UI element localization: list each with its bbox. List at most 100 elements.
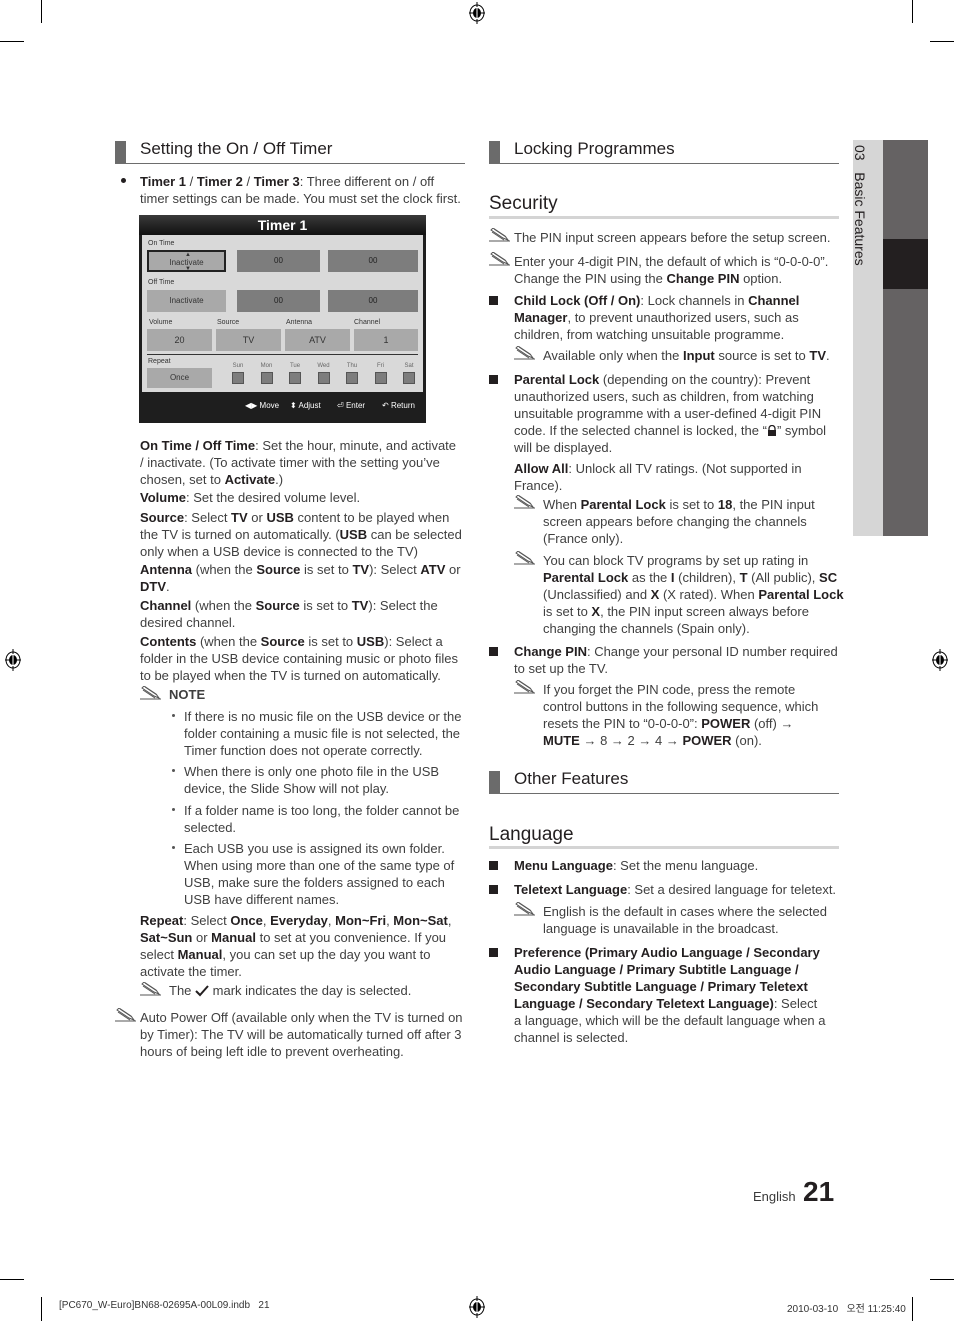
text: (France only). bbox=[543, 531, 624, 546]
section-header-other: Other Features bbox=[489, 769, 839, 794]
repeat-field[interactable]: Once bbox=[147, 368, 212, 388]
day-label: Sun bbox=[232, 363, 244, 369]
text: folder in the USB device containing musi… bbox=[140, 651, 458, 666]
note-item: If a folder name is too long, the folder… bbox=[184, 802, 474, 836]
note-pencil-icon bbox=[140, 982, 161, 996]
day-checkbox[interactable] bbox=[403, 372, 415, 384]
day-checkbox[interactable] bbox=[317, 372, 330, 384]
chapter-tab-marker bbox=[883, 140, 928, 536]
text: If a folder name is too long, the folder… bbox=[184, 803, 460, 818]
text: (children), bbox=[674, 570, 740, 585]
square-bullet bbox=[489, 375, 498, 384]
text: (X rated). When bbox=[659, 587, 759, 602]
note-pencil-icon bbox=[140, 686, 161, 700]
bold-term: Language / Secondary Teletext Language) bbox=[514, 996, 774, 1011]
day-checkbox[interactable] bbox=[346, 372, 358, 384]
bold-term: Secondary Subtitle Language / Primary Te… bbox=[514, 979, 808, 994]
bold-term: Change PIN bbox=[514, 644, 587, 659]
text: . bbox=[826, 348, 830, 363]
text: (on). bbox=[731, 733, 762, 748]
desc-repeat: Repeat: Select Once, Everyday, Mon~Fri , … bbox=[140, 912, 470, 980]
auto-power-off-note: Auto Power Off (available only when the … bbox=[140, 1009, 475, 1060]
day-checkbox[interactable] bbox=[289, 372, 301, 384]
off-time-state-field[interactable]: Inactivate bbox=[147, 290, 226, 312]
volume-label: Volume bbox=[149, 319, 173, 326]
text: is set to bbox=[304, 634, 357, 649]
text: : Select bbox=[184, 510, 232, 525]
bold-term: Source bbox=[255, 598, 300, 613]
on-hour-field[interactable]: 00 bbox=[237, 250, 320, 272]
text: (when the bbox=[191, 598, 256, 613]
text: : Set the hour, minute, and activate bbox=[255, 438, 457, 453]
off-time-label: Off Time bbox=[148, 279, 175, 286]
on-minute-field[interactable]: 00 bbox=[328, 250, 418, 272]
volume-field[interactable]: 20 bbox=[147, 329, 212, 351]
note-item: If there is no music file on the USB dev… bbox=[184, 708, 474, 759]
text: France). bbox=[514, 478, 563, 493]
bold-term: Source bbox=[140, 510, 185, 525]
pin-reset-note: If you forget the PIN code, press the re… bbox=[543, 681, 843, 749]
square-bullet bbox=[489, 948, 498, 957]
text: timer settings can be made. You must set… bbox=[140, 191, 461, 206]
change-pin-item: Change PIN: Change your personal ID numb… bbox=[514, 643, 844, 677]
text: language is unavailable in the broadcast… bbox=[543, 921, 779, 936]
text: USB have different names. bbox=[184, 892, 340, 907]
enter-label: Enter bbox=[345, 401, 366, 410]
square-bullet bbox=[489, 296, 498, 305]
desc-channel: Channel (when the Source is set to TV): … bbox=[140, 597, 470, 631]
security-note: The PIN input screen appears before the … bbox=[514, 229, 844, 246]
text: The bbox=[169, 983, 192, 998]
channel-field[interactable]: 1 bbox=[354, 329, 418, 351]
off-minute-field[interactable]: 00 bbox=[328, 290, 418, 312]
bold-term: Menu Language bbox=[514, 858, 613, 873]
bold-term: Manager bbox=[514, 310, 568, 325]
text: activate the timer. bbox=[140, 964, 242, 979]
day-checkbox[interactable] bbox=[374, 372, 387, 384]
text: to be played when the TV is turned on au… bbox=[140, 668, 441, 683]
bold-term: Manual bbox=[177, 947, 223, 962]
text: , the PIN input bbox=[732, 497, 815, 512]
bullet bbox=[121, 178, 126, 183]
note-pencil-icon bbox=[489, 252, 510, 266]
return-label: Return bbox=[390, 401, 415, 410]
on-time-state-field[interactable]: Inactivate ▲ ▼ bbox=[147, 250, 226, 272]
text: is set to bbox=[665, 497, 718, 512]
antenna-field[interactable]: ATV bbox=[285, 329, 350, 351]
text: You can block TV programs by set up rati… bbox=[543, 553, 809, 568]
text: ): Select bbox=[369, 562, 421, 577]
bold-term: Timer 2 bbox=[196, 174, 243, 189]
bold-term: Once bbox=[230, 913, 263, 928]
square-bullet bbox=[489, 861, 498, 870]
bold-term: POWER bbox=[682, 733, 732, 748]
text: to set up the TV. bbox=[514, 661, 608, 676]
off-hour-field[interactable]: 00 bbox=[237, 290, 320, 312]
text: unauthorized users, such as children, fr… bbox=[514, 389, 814, 404]
parental-lock-item: Parental Lock (depending on the country)… bbox=[514, 371, 844, 456]
text: English is the default in cases where th… bbox=[543, 904, 828, 919]
text: (off) → bbox=[750, 716, 794, 731]
bold-term: TV bbox=[809, 348, 827, 363]
menu-language-item: Menu Language: Set the menu language. bbox=[514, 857, 844, 874]
text: chosen, set to bbox=[140, 472, 225, 487]
bold-term: Mon~Fri bbox=[335, 913, 387, 928]
up-down-arrow-icon: ⬍ bbox=[290, 401, 297, 410]
day-checkbox[interactable] bbox=[232, 372, 244, 384]
desc-antenna: Antenna (when the Source is set to TV): … bbox=[140, 561, 470, 595]
day-checkbox[interactable] bbox=[260, 372, 273, 384]
bold-term: DTV bbox=[140, 579, 166, 594]
text: changing the channels (Spain only). bbox=[543, 621, 750, 636]
text: option. bbox=[739, 271, 783, 286]
bold-term: MUTE bbox=[543, 733, 580, 748]
bold-term: Parental Lock bbox=[514, 372, 600, 387]
text: unsuitable programme with a user-defined… bbox=[514, 406, 822, 421]
source-field[interactable]: TV bbox=[216, 329, 281, 351]
note-item: When there is only one photo file in the… bbox=[184, 763, 474, 797]
osd-divider bbox=[147, 354, 418, 355]
text: the TV is turned on automatically. ( bbox=[140, 527, 340, 542]
day-label: Sat bbox=[404, 363, 414, 369]
parental-note: When Parental Lock is set to 18, the PIN… bbox=[543, 496, 843, 547]
repeat-label: Repeat bbox=[148, 358, 171, 365]
osd-body: On Time Inactivate ▲ ▼ 00 00 Off Time In… bbox=[142, 235, 423, 392]
page-number: 21 bbox=[803, 1176, 835, 1207]
text: a language, which will be the default la… bbox=[514, 1013, 826, 1028]
